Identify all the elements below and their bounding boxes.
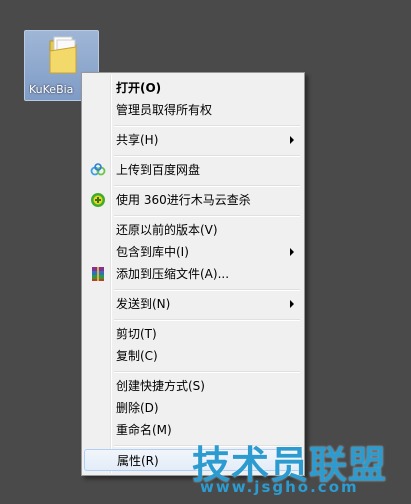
menu-item-label: 属性(R) <box>117 454 159 468</box>
menu-item-label: 添加到压缩文件(A)... <box>116 267 230 281</box>
menu-item-delete[interactable]: 删除(D) <box>84 397 302 419</box>
menu-item-take-ownership[interactable]: 管理员取得所有权 <box>84 99 302 121</box>
menu-separator <box>114 155 300 157</box>
menu-separator <box>114 125 300 127</box>
menu-item-label: 剪切(T) <box>116 327 157 341</box>
menu-separator <box>114 185 300 187</box>
menu-item-label: 共享(H) <box>116 133 159 147</box>
menu-separator <box>114 215 300 217</box>
menu-item-label: 复制(C) <box>116 349 158 363</box>
context-menu: 打开(O) 管理员取得所有权 共享(H) 上传到百度网盘 使用 360进行木马云… <box>81 72 305 476</box>
menu-item-label: 打开(O) <box>116 81 162 95</box>
menu-item-label: 上传到百度网盘 <box>116 163 201 177</box>
menu-item-open[interactable]: 打开(O) <box>84 77 302 99</box>
menu-separator <box>114 371 300 373</box>
winrar-icon <box>92 267 104 281</box>
menu-item-cut[interactable]: 剪切(T) <box>84 323 302 345</box>
menu-item-label: 删除(D) <box>116 401 159 415</box>
menu-item-label: 使用 360进行木马云查杀 <box>116 193 251 207</box>
menu-item-label: 发送到(N) <box>116 297 171 311</box>
menu-item-copy[interactable]: 复制(C) <box>84 345 302 367</box>
menu-separator <box>114 289 300 291</box>
menu-item-label: 包含到库中(I) <box>116 245 189 259</box>
menu-item-label: 还原以前的版本(V) <box>116 223 218 237</box>
menu-item-label: 创建快捷方式(S) <box>116 379 205 393</box>
menu-item-360-scan[interactable]: 使用 360进行木马云查杀 <box>84 189 302 211</box>
folder-icon <box>49 36 77 74</box>
menu-item-include-library[interactable]: 包含到库中(I) <box>84 241 302 263</box>
watermark-url: www.jsgho.com <box>200 478 359 496</box>
menu-item-send-to[interactable]: 发送到(N) <box>84 293 302 315</box>
menu-item-create-shortcut[interactable]: 创建快捷方式(S) <box>84 375 302 397</box>
baidu-netdisk-icon <box>90 163 106 176</box>
menu-item-upload-baidu[interactable]: 上传到百度网盘 <box>84 159 302 181</box>
submenu-arrow-icon <box>290 248 294 256</box>
menu-item-label: 重命名(M) <box>116 423 172 437</box>
submenu-arrow-icon <box>290 300 294 308</box>
menu-item-restore-versions[interactable]: 还原以前的版本(V) <box>84 219 302 241</box>
menu-item-add-archive[interactable]: 添加到压缩文件(A)... <box>84 263 302 285</box>
menu-item-share[interactable]: 共享(H) <box>84 129 302 151</box>
360-security-icon <box>91 193 105 207</box>
menu-item-label: 管理员取得所有权 <box>116 103 213 117</box>
menu-separator <box>114 319 300 321</box>
submenu-arrow-icon <box>290 136 294 144</box>
